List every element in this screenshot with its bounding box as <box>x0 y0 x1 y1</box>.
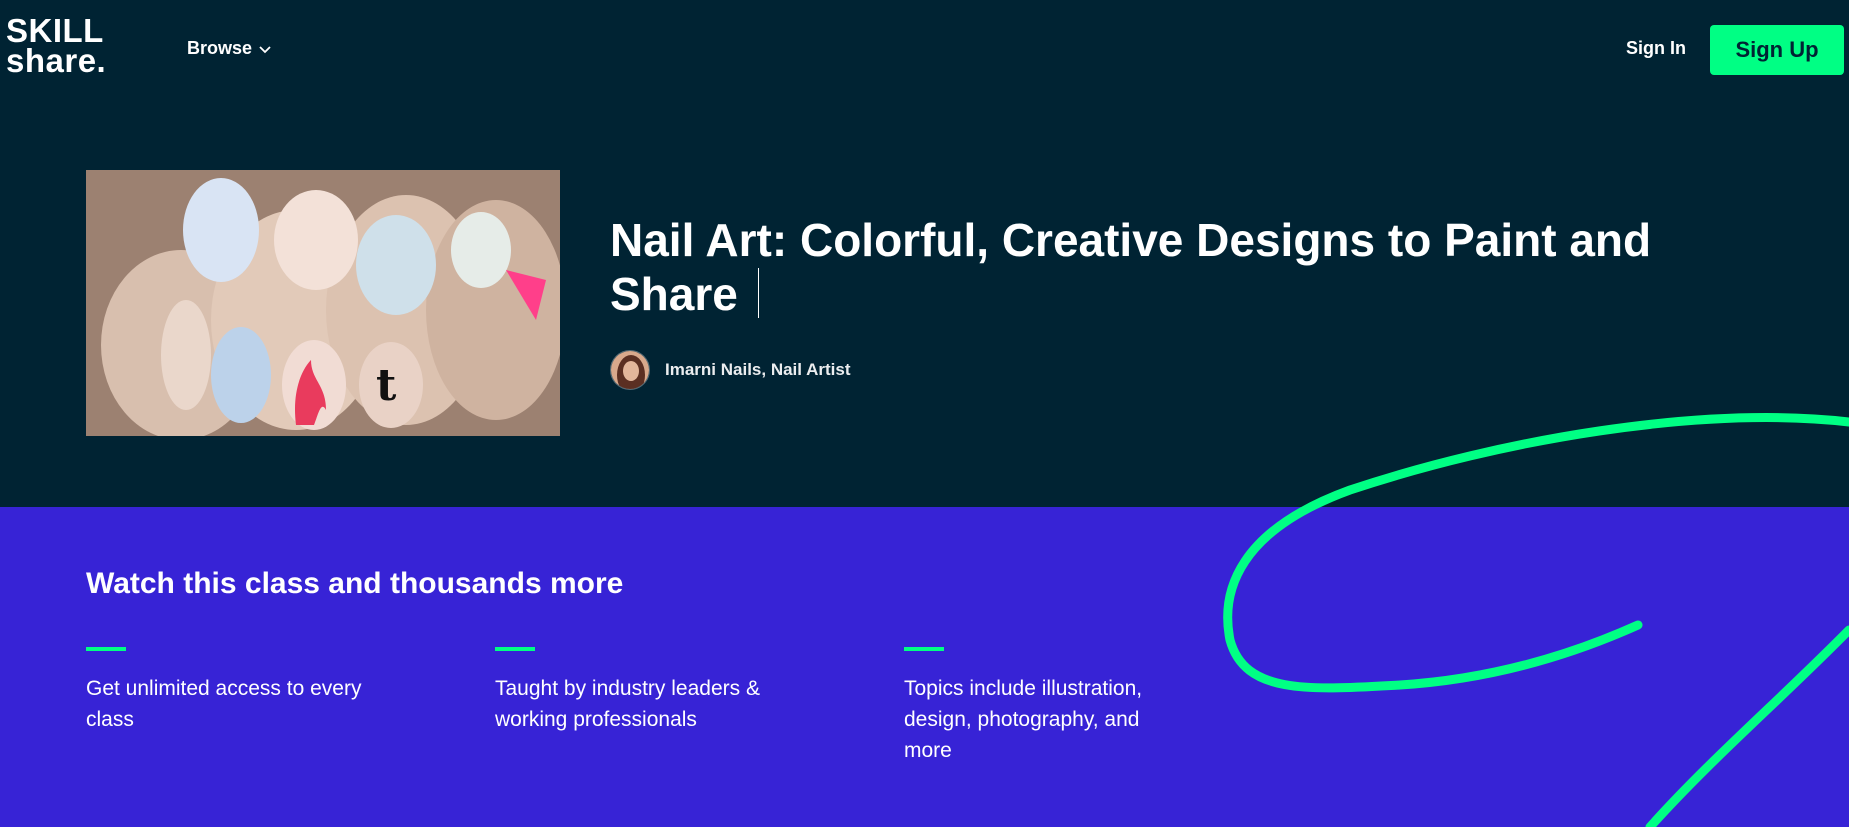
browse-menu-button[interactable]: Browse <box>187 38 271 59</box>
feature-accent-bar <box>495 647 535 651</box>
teacher-avatar <box>610 350 650 390</box>
class-title-text: Nail Art: Colorful, Creative Designs to … <box>610 214 1652 320</box>
feature-accent-bar <box>904 647 944 651</box>
class-thumbnail[interactable]: t <box>86 170 560 436</box>
svg-text:t: t <box>376 360 397 411</box>
feature-accent-bar <box>86 647 126 651</box>
feature-item: Get unlimited access to every class <box>86 647 376 735</box>
feature-item: Topics include illustration, design, pho… <box>904 647 1184 766</box>
chevron-down-icon <box>259 45 271 53</box>
sign-up-button[interactable]: Sign Up <box>1710 25 1844 75</box>
teacher-name[interactable]: Imarni Nails, Nail Artist <box>665 360 850 380</box>
browse-label: Browse <box>187 38 253 58</box>
teacher-info[interactable]: Imarni Nails, Nail Artist <box>610 350 850 390</box>
class-title: Nail Art: Colorful, Creative Designs to … <box>610 213 1710 321</box>
nail-art-image: t <box>86 170 560 436</box>
class-hero: t Nail Art: Colorful, Creative Designs t… <box>0 100 1849 507</box>
sign-in-link[interactable]: Sign In <box>1626 38 1686 59</box>
skillshare-logo[interactable]: SKILL share. <box>6 14 107 80</box>
promo-section: Watch this class and thousands more Get … <box>0 507 1849 827</box>
logo-line-2: share. <box>6 42 107 80</box>
feature-text: Get unlimited access to every class <box>86 677 362 731</box>
feature-item: Taught by industry leaders & working pro… <box>495 647 785 735</box>
feature-text: Topics include illustration, design, pho… <box>904 677 1143 762</box>
promo-heading: Watch this class and thousands more <box>86 567 624 600</box>
site-header: SKILL share. Browse Sign In Sign Up <box>0 0 1849 100</box>
feature-text: Taught by industry leaders & working pro… <box>495 677 760 731</box>
text-caret <box>757 268 759 318</box>
